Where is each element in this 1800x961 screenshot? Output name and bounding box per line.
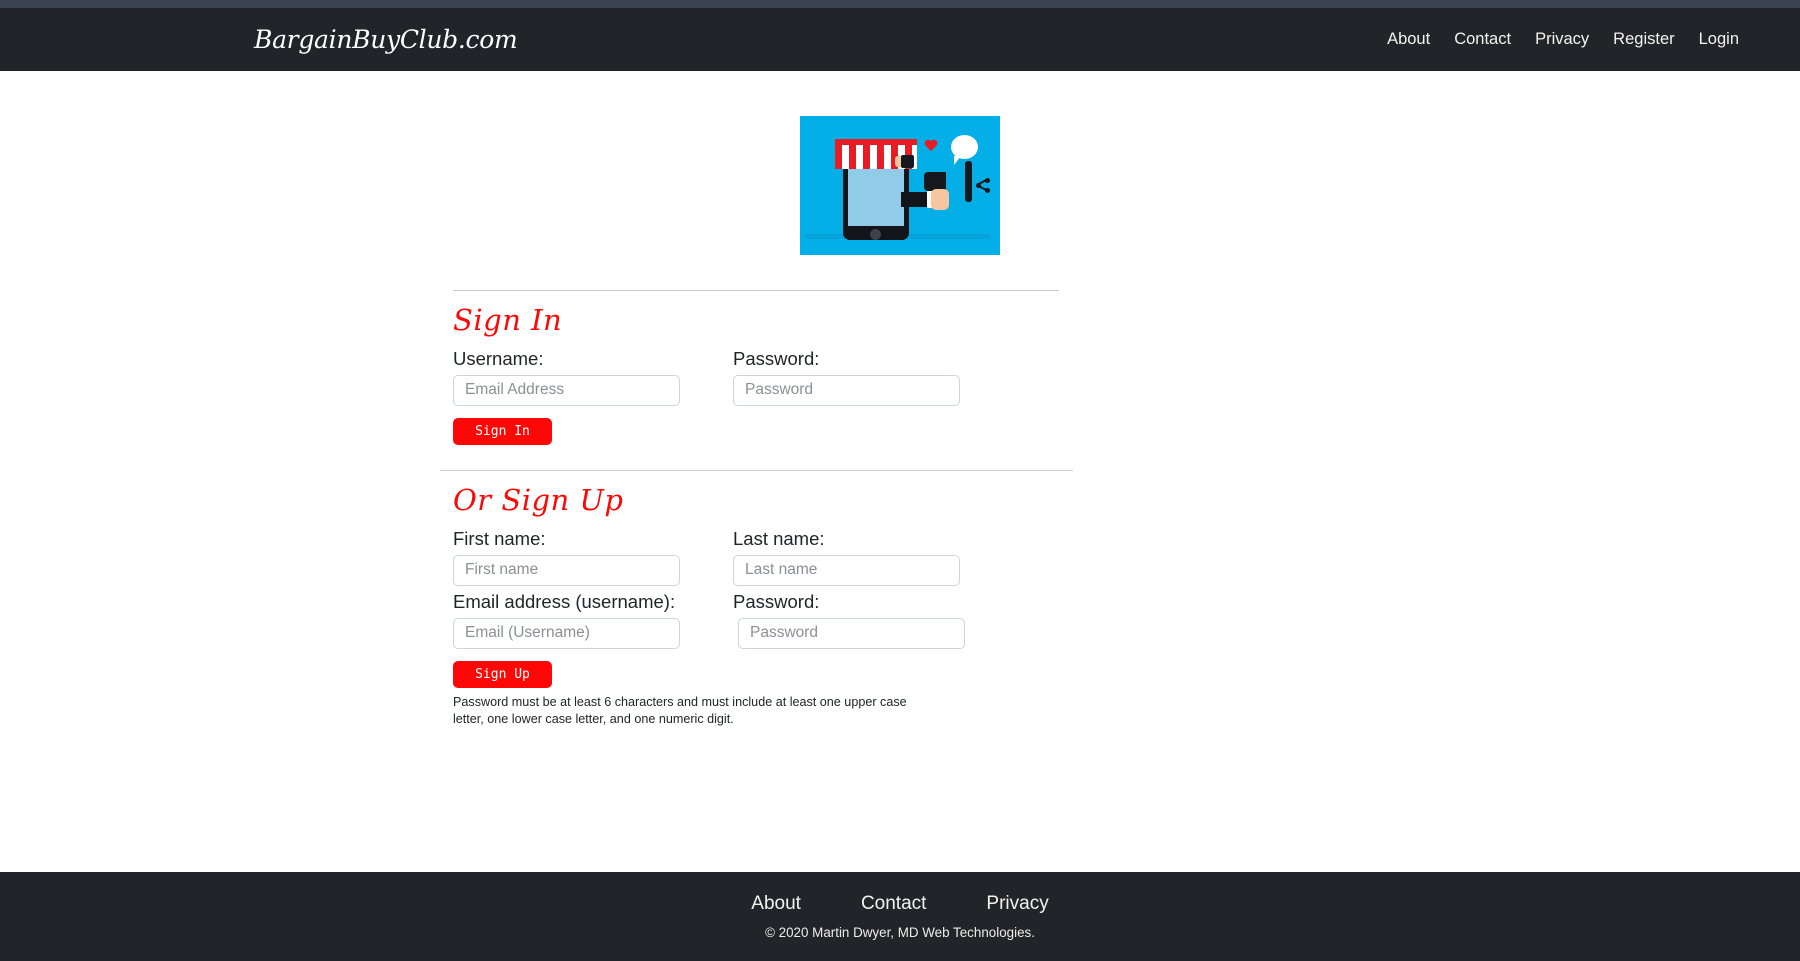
- nav-link-privacy[interactable]: Privacy: [1535, 30, 1589, 49]
- signin-password-input[interactable]: [733, 375, 960, 406]
- signup-email-col: Email address (username): Sign Up: [453, 586, 706, 688]
- content-container: Sign In Username: Sign In Password:: [550, 71, 1250, 727]
- browser-chrome-strip: [0, 0, 1800, 8]
- footer-copyright: © 2020 Martin Dwyer, MD Web Technologies…: [765, 925, 1035, 940]
- brand-logo[interactable]: BargainBuyClub.com: [254, 25, 517, 54]
- thumbs-up-icon: [901, 155, 914, 168]
- page-root: BargainBuyClub.com About Contact Privacy…: [0, 0, 1800, 961]
- signin-submit-button[interactable]: Sign In: [453, 418, 552, 445]
- signup-firstname-input[interactable]: [453, 555, 680, 586]
- signup-name-row: First name: Last name:: [453, 523, 1250, 586]
- smartphone-screen: [848, 168, 904, 226]
- signup-submit-button[interactable]: Sign Up: [453, 661, 552, 688]
- speech-bubble-tail: [954, 156, 961, 165]
- signup-lastname-label: Last name:: [733, 527, 966, 551]
- signup-title: Or Sign Up: [453, 485, 1250, 517]
- signup-section: Or Sign Up First name: Last name: Email …: [550, 470, 1250, 727]
- main-content: Sign In Username: Sign In Password:: [0, 71, 1800, 872]
- signup-lastname-col: Last name:: [706, 523, 966, 586]
- footer-link-privacy[interactable]: Privacy: [986, 893, 1048, 915]
- signup-firstname-col: First name:: [453, 523, 706, 586]
- signin-password-col: Password:: [706, 343, 966, 445]
- signup-email-label: Email address (username):: [453, 590, 706, 614]
- signin-divider: [453, 290, 1059, 291]
- hero-illustration: [800, 116, 1000, 255]
- signup-credentials-row: Email address (username): Sign Up Passwo…: [453, 586, 1250, 688]
- signin-username-col: Username: Sign In: [453, 343, 706, 445]
- share-dot-left: [976, 183, 981, 188]
- nav-links: About Contact Privacy Register Login: [1387, 30, 1739, 49]
- signup-password-label: Password:: [733, 590, 966, 614]
- hand: [931, 189, 949, 210]
- nav-link-contact[interactable]: Contact: [1454, 30, 1511, 49]
- signup-email-input[interactable]: [453, 618, 680, 649]
- signup-divider: [440, 470, 1073, 471]
- share-dot-top: [985, 178, 990, 183]
- signup-lastname-input[interactable]: [733, 555, 960, 586]
- footer-link-contact[interactable]: Contact: [861, 893, 926, 915]
- page-footer: About Contact Privacy © 2020 Martin Dwye…: [0, 872, 1800, 961]
- nav-link-login[interactable]: Login: [1699, 30, 1739, 49]
- signin-password-label: Password:: [733, 347, 966, 371]
- share-dot-bottom: [985, 188, 990, 193]
- signup-firstname-label: First name:: [453, 527, 706, 551]
- top-navbar: BargainBuyClub.com About Contact Privacy…: [0, 8, 1800, 71]
- signin-section: Sign In Username: Sign In Password:: [550, 290, 1250, 445]
- nav-link-register[interactable]: Register: [1613, 30, 1674, 49]
- signin-username-label: Username:: [453, 347, 706, 371]
- smartphone-home-button: [870, 229, 881, 240]
- nav-link-about[interactable]: About: [1387, 30, 1430, 49]
- hero-image-wrap: [550, 116, 1250, 255]
- signin-username-input[interactable]: [453, 375, 680, 406]
- heart-icon: [924, 140, 938, 153]
- footer-link-about[interactable]: About: [751, 893, 801, 915]
- signin-title: Sign In: [453, 305, 1250, 337]
- signup-password-input[interactable]: [738, 618, 965, 649]
- signin-form-row: Username: Sign In Password:: [453, 343, 1250, 445]
- megaphone-rim: [965, 161, 972, 202]
- share-icon: [976, 178, 990, 192]
- password-requirements-text: Password must be at least 6 characters a…: [453, 694, 923, 727]
- signup-password-col: Password:: [706, 586, 966, 688]
- footer-links: About Contact Privacy: [751, 893, 1048, 915]
